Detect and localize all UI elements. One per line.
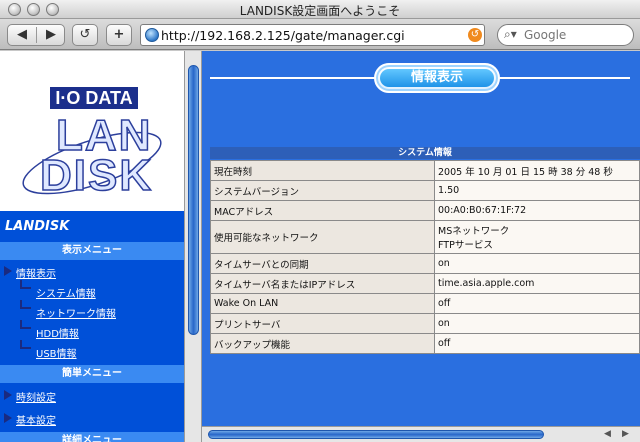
browser-toolbar: ◀ ▶ ↺ + ↺ ⌕▾ — [0, 19, 640, 50]
simple-menu-heading: 簡単メニュー — [0, 365, 184, 383]
row-value: on — [435, 314, 639, 333]
scrollbar-thumb[interactable] — [208, 430, 544, 439]
table-row: タイムサーバ名またはIPアドレス time.asia.apple.com — [211, 274, 639, 293]
row-key: バックアップ機能 — [211, 334, 434, 353]
browser-window: LANDISK設定画面へようこそ ◀ ▶ ↺ + ↺ ⌕▾ I·O DATA L… — [0, 0, 640, 442]
table-row: プリントサーバ on — [211, 314, 639, 333]
tree-elbow-icon — [20, 340, 31, 349]
row-value: MSネットワーク FTPサービス — [435, 221, 639, 253]
title-bar: LANDISK設定画面へようこそ — [0, 0, 640, 19]
add-bookmark-button[interactable]: + — [106, 24, 132, 46]
window-title: LANDISK設定画面へようこそ — [239, 4, 401, 18]
logo-disk-text: DISK — [39, 150, 154, 201]
row-value-line: FTPサービス — [438, 240, 493, 251]
table-row: タイムサーバとの同期 on — [211, 254, 639, 273]
row-key: システムバージョン — [211, 181, 434, 200]
search-field[interactable]: ⌕▾ — [497, 24, 634, 46]
navigation-frame: I·O DATA LAN DISK LANDISK 表示メニュー 情報表示 シス… — [0, 51, 184, 442]
menu-item-basic-settings[interactable]: 基本設定 — [16, 412, 56, 427]
back-forward-group: ◀ ▶ — [7, 24, 65, 46]
arrow-icon — [4, 390, 12, 400]
search-input[interactable] — [524, 25, 628, 45]
row-key: タイムサーバ名またはIPアドレス — [211, 274, 434, 293]
page-heading-area: 情報表示 — [210, 63, 630, 93]
menu-item-info[interactable]: 情報表示 — [16, 265, 56, 280]
tree-elbow-icon — [20, 320, 31, 329]
row-key: プリントサーバ — [211, 314, 434, 333]
row-value: off — [435, 294, 639, 313]
row-value: time.asia.apple.com — [435, 274, 639, 293]
detail-menu-heading: 詳細メニュー — [0, 432, 184, 442]
table-row: Wake On LAN off — [211, 294, 639, 313]
table-row: 現在時刻 2005 年 10 月 01 日 15 時 38 分 48 秒 — [211, 161, 639, 180]
tree-elbow-icon — [20, 300, 31, 309]
snapback-icon[interactable]: ↺ — [468, 28, 482, 42]
reload-button[interactable]: ↺ — [72, 24, 98, 46]
arrow-icon — [4, 266, 12, 276]
row-value: 1.50 — [435, 181, 639, 200]
table-row: 使用可能なネットワーク MSネットワーク FTPサービス — [211, 221, 639, 253]
globe-icon — [145, 28, 159, 42]
row-value: on — [435, 254, 639, 273]
address-bar[interactable]: ↺ — [140, 24, 485, 46]
menu-item-system-info[interactable]: システム情報 — [36, 285, 96, 300]
menu-item-usb-info[interactable]: USB情報 — [36, 345, 77, 360]
row-key: Wake On LAN — [211, 294, 434, 313]
menu-item-hdd-info[interactable]: HDD情報 — [36, 325, 79, 340]
row-value: 2005 年 10 月 01 日 15 時 38 分 48 秒 — [435, 161, 639, 180]
table-row: MACアドレス 00:A0:B0:67:1F:72 — [211, 201, 639, 220]
display-menu-heading: 表示メニュー — [0, 242, 184, 260]
brand-label: LANDISK — [5, 219, 70, 234]
scroll-left-icon[interactable]: ◀ — [604, 429, 611, 439]
row-key: 使用可能なネットワーク — [211, 221, 434, 253]
row-value-line: MSネットワーク — [438, 226, 510, 237]
menu-item-network-info[interactable]: ネットワーク情報 — [36, 305, 116, 320]
table-row: システムバージョン 1.50 — [211, 181, 639, 200]
arrow-icon — [4, 413, 12, 423]
row-value: off — [435, 334, 639, 353]
page-heading-pill: 情報表示 — [374, 63, 500, 93]
landisk-logo: I·O DATA LAN DISK — [0, 51, 184, 211]
row-key: MACアドレス — [211, 201, 434, 220]
row-key: タイムサーバとの同期 — [211, 254, 434, 273]
scroll-right-icon[interactable]: ▶ — [622, 429, 629, 439]
menu-item-time-settings[interactable]: 時刻設定 — [16, 389, 56, 404]
url-input[interactable] — [161, 25, 461, 45]
tree-elbow-icon — [20, 280, 31, 289]
content-frame: 情報表示 システム情報 現在時刻 2005 年 10 月 01 日 15 時 3… — [202, 51, 640, 442]
row-value: 00:A0:B0:67:1F:72 — [435, 201, 639, 220]
section-title: システム情報 — [210, 147, 640, 159]
row-key: 現在時刻 — [211, 161, 434, 180]
page-title: 情報表示 — [380, 69, 494, 87]
horizontal-scrollbar[interactable]: ◀ ▶ — [202, 426, 640, 442]
scrollbar-thumb[interactable] — [188, 65, 199, 335]
search-icon[interactable]: ⌕▾ — [504, 27, 517, 42]
vertical-scrollbar[interactable] — [184, 51, 202, 442]
system-info-table: 現在時刻 2005 年 10 月 01 日 15 時 38 分 48 秒 システ… — [210, 160, 640, 354]
forward-button[interactable]: ▶ — [37, 25, 65, 45]
back-button[interactable]: ◀ — [8, 25, 36, 45]
table-row: バックアップ機能 off — [211, 334, 639, 353]
